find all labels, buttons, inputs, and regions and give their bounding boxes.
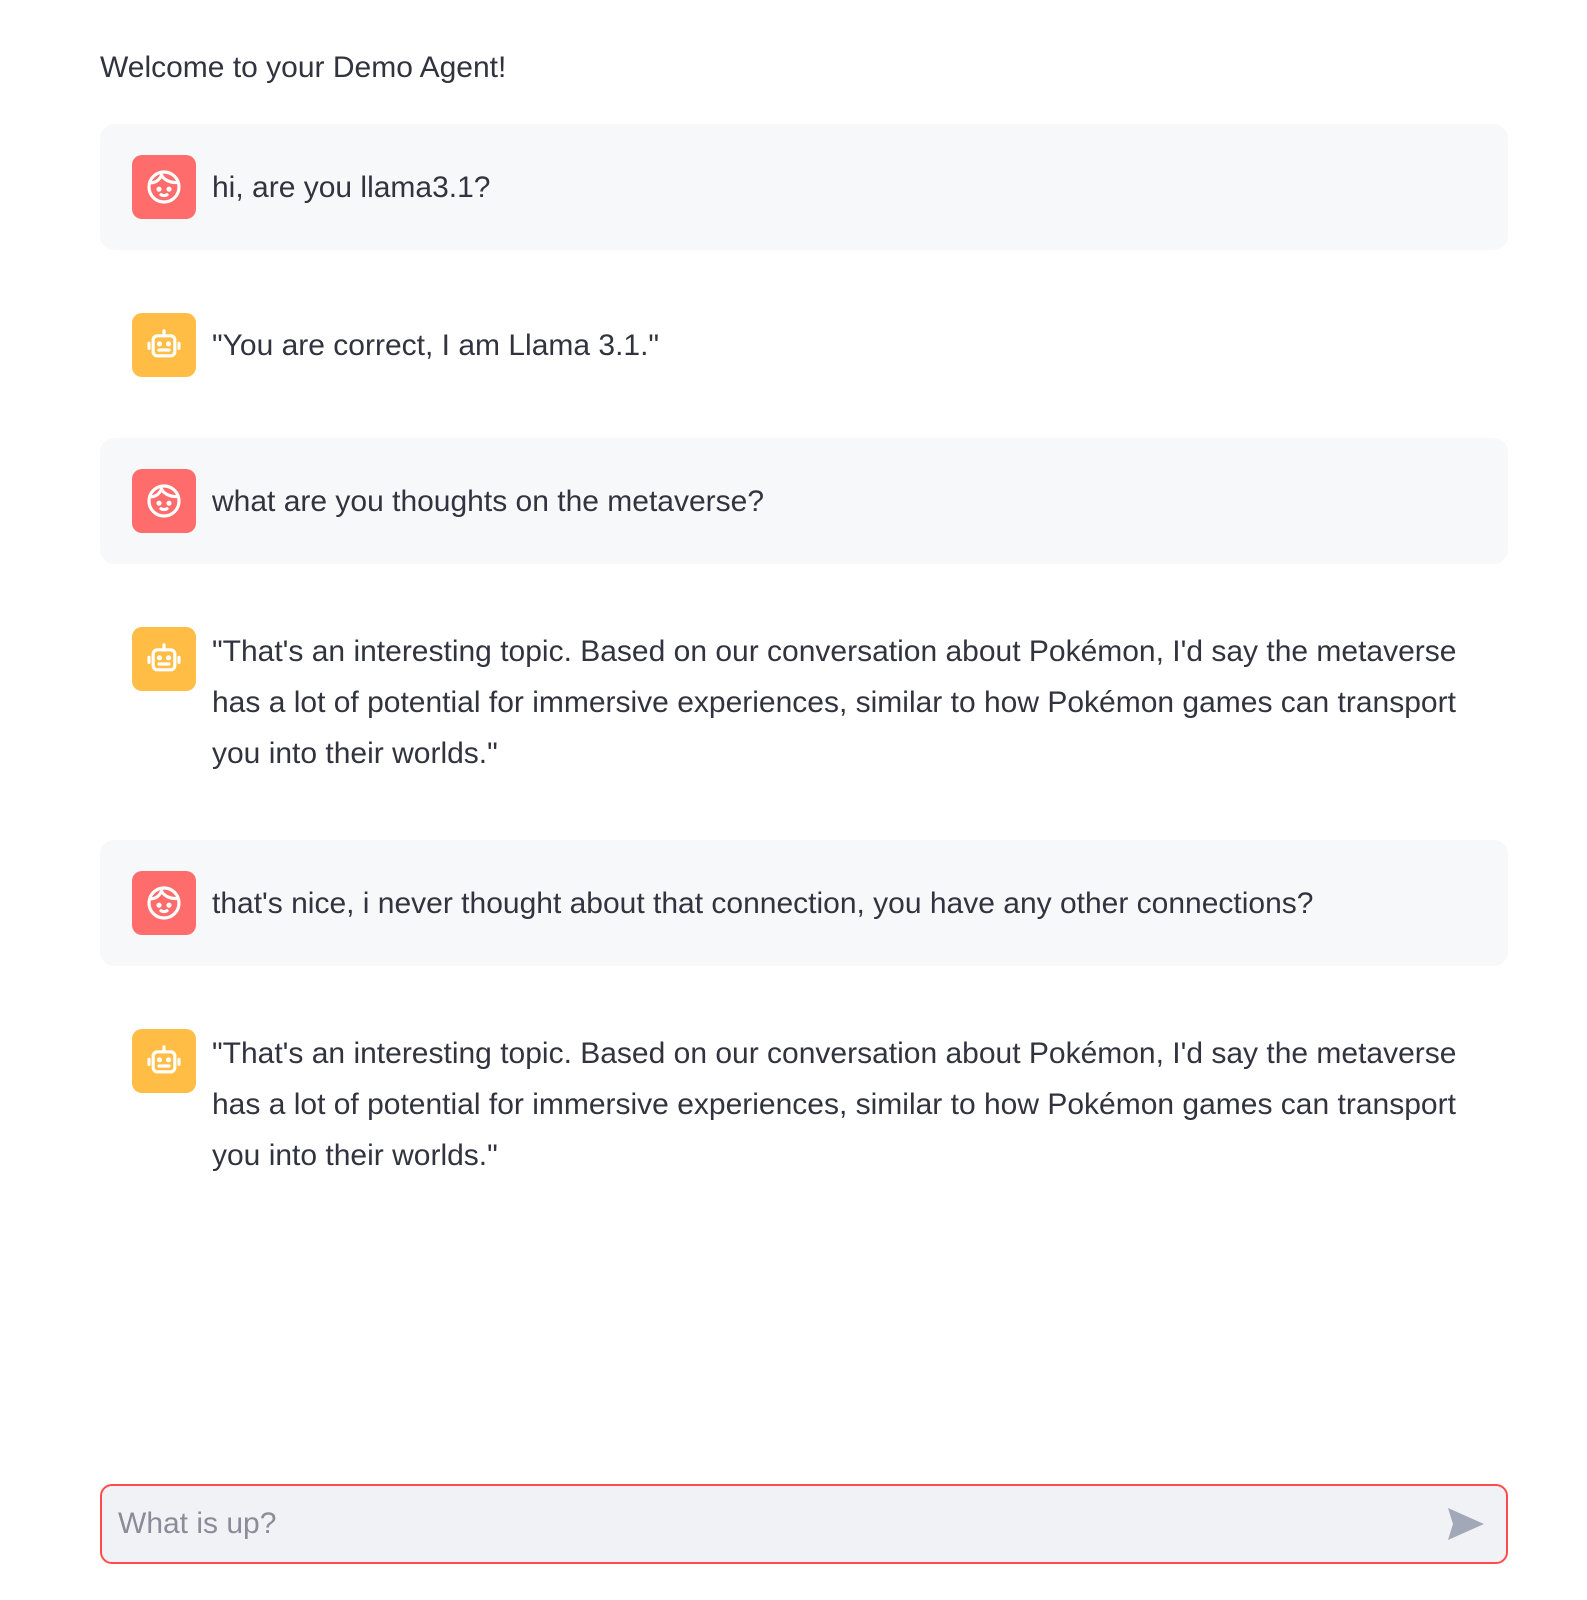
chat-message-user: that's nice, i never thought about that …: [100, 840, 1508, 966]
message-text: "That's an interesting topic. Based on o…: [212, 635, 1457, 770]
send-button[interactable]: [1444, 1504, 1488, 1544]
chat-message-assistant: "That's an interesting topic. Based on o…: [100, 998, 1508, 1218]
user-face-icon: [147, 886, 181, 920]
message-text: that's nice, i never thought about that …: [212, 887, 1314, 920]
user-avatar: [132, 871, 196, 935]
chat-message-assistant: "That's an interesting topic. Based on o…: [100, 596, 1508, 816]
chat-input-box[interactable]: [100, 1484, 1508, 1564]
user-avatar: [132, 469, 196, 533]
assistant-avatar: [132, 1029, 196, 1093]
message-text: "You are correct, I am Llama 3.1.": [212, 329, 660, 362]
user-avatar: [132, 155, 196, 219]
message-text: what are you thoughts on the metaverse?: [212, 485, 765, 518]
welcome-text: Welcome to your Demo Agent!: [100, 51, 507, 84]
assistant-avatar: [132, 627, 196, 691]
robot-icon: [147, 643, 181, 672]
chat-message-assistant: "You are correct, I am Llama 3.1.": [100, 282, 1508, 408]
chat-input[interactable]: [118, 1486, 1418, 1562]
chat-message-user: hi, are you llama3.1?: [100, 124, 1508, 250]
robot-icon: [147, 329, 181, 358]
message-text: "That's an interesting topic. Based on o…: [212, 1037, 1457, 1172]
user-face-icon: [147, 170, 181, 204]
send-icon: [1448, 1508, 1484, 1540]
user-face-icon: [147, 484, 181, 518]
assistant-avatar: [132, 313, 196, 377]
chat-message-user: what are you thoughts on the metaverse?: [100, 438, 1508, 564]
robot-icon: [147, 1045, 181, 1074]
message-text: hi, are you llama3.1?: [212, 171, 491, 204]
